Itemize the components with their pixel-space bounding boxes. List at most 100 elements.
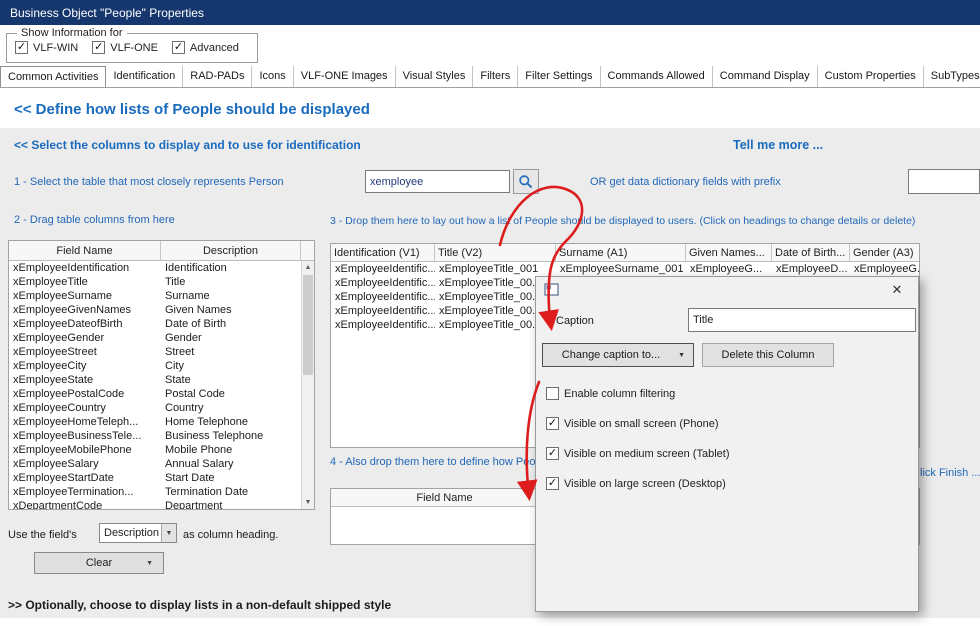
checkbox-vlf-one[interactable]: ✓VLF-ONE — [92, 41, 158, 54]
table-cell: Home Telephone — [161, 415, 301, 429]
tab-commands-allowed[interactable]: Commands Allowed — [601, 66, 713, 87]
table-cell: Country — [161, 401, 301, 415]
table-row[interactable]: xEmployeeIdentific...xEmployeeTitle_001x… — [331, 262, 919, 276]
checkbox-label: Visible on large screen (Desktop) — [564, 478, 726, 490]
table-row[interactable]: xEmployeeTitleTitle — [9, 275, 314, 289]
click-finish-note: lick Finish ... — [920, 467, 980, 479]
column-header[interactable]: Field Name — [331, 489, 559, 506]
table-cell: Mobile Phone — [161, 443, 301, 457]
dialog-checkboxes: Enable column filtering✓Visible on small… — [546, 387, 729, 507]
column-header[interactable]: Description — [161, 241, 301, 260]
table-cell: xEmployeeDateofBirth — [9, 317, 161, 331]
tab-icons[interactable]: Icons — [252, 66, 293, 87]
window-title: Business Object "People" Properties — [10, 6, 204, 20]
close-icon[interactable]: ✕ — [884, 277, 910, 303]
table-cell: xEmployeeMobilePhone — [9, 443, 161, 457]
table-cell: xEmployeeSurname — [9, 289, 161, 303]
prefix-input[interactable] — [908, 169, 980, 194]
checkbox-label: Enable column filtering — [564, 388, 675, 400]
scroll-up-icon[interactable]: ▲ — [302, 261, 314, 274]
column-header[interactable]: Surname (A1) — [556, 244, 686, 261]
checkbox-box: ✓ — [546, 477, 559, 490]
checkbox-advanced[interactable]: ✓Advanced — [172, 41, 239, 54]
table-row[interactable]: xEmployeeStateState — [9, 373, 314, 387]
step3-label: 3 - Drop them here to lay out how a list… — [330, 215, 915, 227]
chevron-down-icon: ▼ — [146, 560, 153, 567]
tab-common-activities[interactable]: Common Activities — [0, 66, 106, 88]
source-table-body: xEmployeeIdentificationIdentificationxEm… — [9, 261, 314, 510]
table-row[interactable]: xEmployeeIdentificationIdentification — [9, 261, 314, 275]
tab-subtypes[interactable]: SubTypes — [924, 66, 980, 87]
table-cell: xEmployeeTitle_001 — [435, 262, 556, 276]
checkbox-vlf-win[interactable]: ✓ VLF-WIN — [15, 41, 78, 54]
scroll-down-icon[interactable]: ▼ — [302, 496, 314, 509]
table-row[interactable]: xEmployeeHomeTeleph...Home Telephone — [9, 415, 314, 429]
table-cell: xEmployeeIdentific... — [331, 318, 435, 332]
tell-me-more-link[interactable]: Tell me more ... — [733, 138, 823, 152]
table-row[interactable]: xDepartmentCodeDepartment — [9, 499, 314, 510]
column-header[interactable]: Title (V2) — [435, 244, 556, 261]
tab-command-display[interactable]: Command Display — [713, 66, 818, 87]
table-row[interactable]: xEmployeeMobilePhoneMobile Phone — [9, 443, 314, 457]
show-information-groupbox: Show Information for ✓VLF-WIN✓VLF-ONE✓Ad… — [6, 33, 258, 63]
table-row[interactable]: xEmployeeGenderGender — [9, 331, 314, 345]
column-header[interactable]: Given Names... — [686, 244, 772, 261]
table-cell: State — [161, 373, 301, 387]
table-row[interactable]: xEmployeeStartDateStart Date — [9, 471, 314, 485]
checkbox-visible-on-medium-screen-tablet-[interactable]: ✓Visible on medium screen (Tablet) — [546, 447, 729, 460]
checkbox-label: Visible on small screen (Phone) — [564, 418, 718, 430]
chevron-down-icon: ▼ — [678, 352, 685, 359]
checkbox-enable-column-filtering[interactable]: Enable column filtering — [546, 387, 729, 400]
table-cell: Gender — [161, 331, 301, 345]
column-heading-combo[interactable]: Description ▼ — [99, 523, 177, 543]
scrollbar[interactable]: ▲ ▼ — [301, 261, 314, 509]
change-caption-button[interactable]: Change caption to... ▼ — [542, 343, 694, 367]
optional-style-note: >> Optionally, choose to display lists i… — [8, 598, 391, 612]
tab-custom-properties[interactable]: Custom Properties — [818, 66, 924, 87]
step4-label: 4 - Also drop them here to define how Pe… — [330, 456, 542, 468]
tab-filter-settings[interactable]: Filter Settings — [518, 66, 600, 87]
table-row[interactable]: xEmployeeCityCity — [9, 359, 314, 373]
checkbox-label: Advanced — [190, 42, 239, 54]
table-row[interactable]: xEmployeeTermination...Termination Date — [9, 485, 314, 499]
table-cell: xEmployeeIdentification — [9, 261, 161, 275]
checkbox-visible-on-small-screen-phone-[interactable]: ✓Visible on small screen (Phone) — [546, 417, 729, 430]
column-header[interactable]: Date of Birth... — [772, 244, 850, 261]
scrollbar-thumb[interactable] — [303, 275, 313, 375]
layout-table-header: Identification (V1)Title (V2)Surname (A1… — [331, 244, 919, 262]
search-button[interactable] — [513, 169, 539, 194]
column-header[interactable]: Field Name — [9, 241, 161, 260]
table-cell: xEmployeeBusinessTele... — [9, 429, 161, 443]
table-row[interactable]: xEmployeeSalaryAnnual Salary — [9, 457, 314, 471]
tab-filters[interactable]: Filters — [473, 66, 518, 87]
checkbox-label: VLF-WIN — [33, 42, 78, 54]
checkbox-visible-on-large-screen-desktop-[interactable]: ✓ Visible on large screen (Desktop) — [546, 477, 729, 490]
table-cell: Surname — [161, 289, 301, 303]
source-table-header: Field NameDescription — [9, 241, 314, 261]
table-cell: Date of Birth — [161, 317, 301, 331]
table-row[interactable]: xEmployeeCountryCountry — [9, 401, 314, 415]
clear-button[interactable]: Clear ▼ — [34, 552, 164, 574]
table-cell: xEmployeeTitle — [9, 275, 161, 289]
caption-input[interactable] — [688, 308, 916, 332]
table-row[interactable]: xEmployeeSurnameSurname — [9, 289, 314, 303]
column-header[interactable]: Gender (A3) — [850, 244, 920, 261]
table-cell: Department — [161, 499, 301, 510]
checkbox-box: ✓ — [15, 41, 28, 54]
table-cell: Title — [161, 275, 301, 289]
tab-visual-styles[interactable]: Visual Styles — [396, 66, 474, 87]
table-row[interactable]: xEmployeeDateofBirthDate of Birth — [9, 317, 314, 331]
tab-identification[interactable]: Identification — [106, 66, 183, 87]
table-row[interactable]: xEmployeeStreetStreet — [9, 345, 314, 359]
or-prefix-label: OR get data dictionary fields with prefi… — [590, 176, 781, 188]
clear-button-label: Clear — [86, 557, 112, 569]
tab-rad-pads[interactable]: RAD-PADs — [183, 66, 252, 87]
table-name-input[interactable] — [365, 170, 510, 193]
table-row[interactable]: xEmployeeGivenNamesGiven Names — [9, 303, 314, 317]
delete-column-button[interactable]: Delete this Column — [702, 343, 834, 367]
table-cell: xEmployeeG... — [850, 262, 919, 276]
table-row[interactable]: xEmployeeBusinessTele...Business Telepho… — [9, 429, 314, 443]
tab-vlf-one-images[interactable]: VLF-ONE Images — [294, 66, 396, 87]
table-row[interactable]: xEmployeePostalCodePostal Code — [9, 387, 314, 401]
column-header[interactable]: Identification (V1) — [331, 244, 435, 261]
